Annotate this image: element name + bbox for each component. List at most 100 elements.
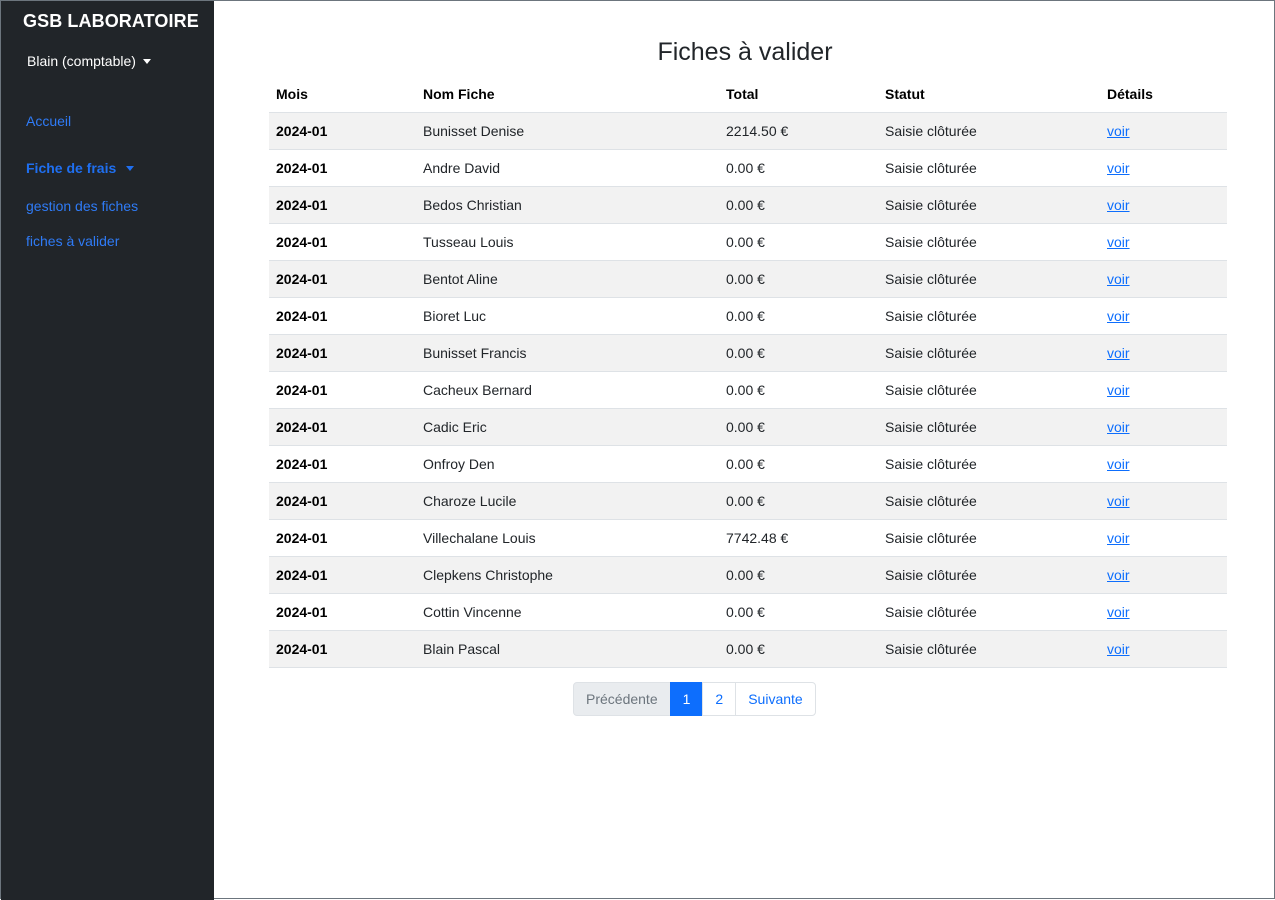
cell-details: voir xyxy=(1100,371,1227,409)
table-row: 2024-01 Bedos Christian 0.00 € Saisie clôtu… xyxy=(269,186,1227,224)
cell-total: 0.00 € xyxy=(719,297,878,335)
page-title: Fiches à valider xyxy=(657,38,833,66)
cell-mois: 2024-01 xyxy=(269,630,416,668)
cell-nom-fiche: Andre David xyxy=(416,149,719,187)
table-row: 2024-01 Bioret Luc 0.00 € Saisie clôturée vo… xyxy=(269,297,1227,335)
cell-statut: Saisie clôturée xyxy=(878,519,1100,557)
voir-link[interactable]: voir xyxy=(1107,419,1130,435)
cell-statut: Saisie clôturée xyxy=(878,334,1100,372)
cell-statut: Saisie clôturée xyxy=(878,593,1100,631)
cell-statut: Saisie clôturée xyxy=(878,149,1100,187)
cell-statut: Saisie clôturée xyxy=(878,112,1100,150)
voir-link[interactable]: voir xyxy=(1107,197,1130,213)
table-row: 2024-01 Cadic Eric 0.00 € Saisie clôturée vo… xyxy=(269,408,1227,446)
voir-link[interactable]: voir xyxy=(1107,234,1130,250)
cell-nom-fiche: Onfroy Den xyxy=(416,445,719,483)
voir-link[interactable]: voir xyxy=(1107,160,1130,176)
cell-mois: 2024-01 xyxy=(269,297,416,335)
voir-link[interactable]: voir xyxy=(1107,271,1130,287)
cell-nom-fiche: Tusseau Louis xyxy=(416,223,719,261)
cell-nom-fiche: Cacheux Bernard xyxy=(416,371,719,409)
user-name: Blain (comptable) xyxy=(27,53,136,69)
cell-total: 0.00 € xyxy=(719,371,878,409)
voir-link[interactable]: voir xyxy=(1107,345,1130,361)
cell-total: 0.00 € xyxy=(719,223,878,261)
user-dropdown-toggle[interactable]: Blain (comptable) xyxy=(27,53,151,69)
nav-fiche-de-frais-toggle[interactable]: Fiche de frais xyxy=(26,160,135,176)
cell-details: voir xyxy=(1100,260,1227,298)
table-row: 2024-01 Bentot Aline 0.00 € Saisie clôturée… xyxy=(269,260,1227,298)
cell-mois: 2024-01 xyxy=(269,556,416,594)
cell-details: voir xyxy=(1100,630,1227,668)
cell-mois: 2024-01 xyxy=(269,482,416,520)
voir-link[interactable]: voir xyxy=(1107,308,1130,324)
cell-details: voir xyxy=(1100,593,1227,631)
cell-nom-fiche: Blain Pascal xyxy=(416,630,719,668)
cell-mois: 2024-01 xyxy=(269,445,416,483)
column-header-nom-fiche: Nom Fiche xyxy=(416,76,719,113)
table-row: 2024-01 Villechalane Louis 7742.48 € Saisie… xyxy=(269,519,1227,557)
table-row: 2024-01 Bunisset Denise 2214.50 € Saisie cl… xyxy=(269,112,1227,150)
cell-details: voir xyxy=(1100,334,1227,372)
table-row: 2024-01 Cacheux Bernard 0.00 € Saisie clôtu… xyxy=(269,371,1227,409)
pagination: Précédente 1 2 Suivante xyxy=(573,682,816,716)
cell-details: voir xyxy=(1100,556,1227,594)
table-row: 2024-01 Tusseau Louis 0.00 € Saisie clôturé… xyxy=(269,223,1227,261)
cell-total: 0.00 € xyxy=(719,334,878,372)
table-row: 2024-01 Cottin Vincenne 0.00 € Saisie clôtu… xyxy=(269,593,1227,631)
cell-mois: 2024-01 xyxy=(269,334,416,372)
pagination-previous[interactable]: Précédente xyxy=(573,682,671,716)
table-row: 2024-01 Clepkens Christophe 0.00 € Saisie c… xyxy=(269,556,1227,594)
voir-link[interactable]: voir xyxy=(1107,567,1130,583)
cell-nom-fiche: Bentot Aline xyxy=(416,260,719,298)
cell-total: 0.00 € xyxy=(719,149,878,187)
cell-nom-fiche: Cottin Vincenne xyxy=(416,593,719,631)
fiches-table: Mois Nom Fiche Total Statut Détails 2024… xyxy=(269,76,1227,668)
cell-nom-fiche: Bedos Christian xyxy=(416,186,719,224)
voir-link[interactable]: voir xyxy=(1107,456,1130,472)
voir-link[interactable]: voir xyxy=(1107,604,1130,620)
voir-link[interactable]: voir xyxy=(1107,493,1130,509)
cell-total: 0.00 € xyxy=(719,556,878,594)
voir-link[interactable]: voir xyxy=(1107,641,1130,657)
brand-title: GSB LABORATOIRE xyxy=(23,11,199,31)
cell-nom-fiche: Bunisset Francis xyxy=(416,334,719,372)
cell-statut: Saisie clôturée xyxy=(878,186,1100,224)
table-header-row: Mois Nom Fiche Total Statut Détails xyxy=(269,76,1227,113)
voir-link[interactable]: voir xyxy=(1107,123,1130,139)
pagination-page-2[interactable]: 2 xyxy=(702,682,737,716)
cell-nom-fiche: Villechalane Louis xyxy=(416,519,719,557)
caret-down-icon xyxy=(142,58,151,64)
cell-total: 2214.50 € xyxy=(719,112,878,150)
nav-fiches-a-valider[interactable]: fiches à valider xyxy=(26,233,119,249)
cell-nom-fiche: Bunisset Denise xyxy=(416,112,719,150)
cell-total: 0.00 € xyxy=(719,408,878,446)
pagination-page-1[interactable]: 1 xyxy=(669,682,704,716)
cell-total: 0.00 € xyxy=(719,482,878,520)
cell-details: voir xyxy=(1100,482,1227,520)
cell-nom-fiche: Cadic Eric xyxy=(416,408,719,446)
cell-mois: 2024-01 xyxy=(269,408,416,446)
cell-total: 0.00 € xyxy=(719,630,878,668)
nav-accueil[interactable]: Accueil xyxy=(26,113,71,129)
cell-details: voir xyxy=(1100,149,1227,187)
cell-total: 0.00 € xyxy=(719,186,878,224)
cell-details: voir xyxy=(1100,445,1227,483)
cell-statut: Saisie clôturée xyxy=(878,297,1100,335)
voir-link[interactable]: voir xyxy=(1107,382,1130,398)
voir-link[interactable]: voir xyxy=(1107,530,1130,546)
cell-statut: Saisie clôturée xyxy=(878,408,1100,446)
cell-statut: Saisie clôturée xyxy=(878,556,1100,594)
table-row: 2024-01 Blain Pascal 0.00 € Saisie clôturée… xyxy=(269,630,1227,668)
nav-gestion-des-fiches[interactable]: gestion des fiches xyxy=(26,198,138,214)
pagination-next[interactable]: Suivante xyxy=(735,682,816,716)
cell-details: voir xyxy=(1100,519,1227,557)
sidebar: GSB LABORATOIRE Blain (comptable) Accuei… xyxy=(1,1,214,900)
column-header-details: Détails xyxy=(1100,76,1227,113)
cell-mois: 2024-01 xyxy=(269,223,416,261)
cell-details: voir xyxy=(1100,408,1227,446)
app-frame: GSB LABORATOIRE Blain (comptable) Accuei… xyxy=(0,0,1275,900)
column-header-statut: Statut xyxy=(878,76,1100,113)
cell-details: voir xyxy=(1100,223,1227,261)
table-row: 2024-01 Bunisset Francis 0.00 € Saisie clôt… xyxy=(269,334,1227,372)
